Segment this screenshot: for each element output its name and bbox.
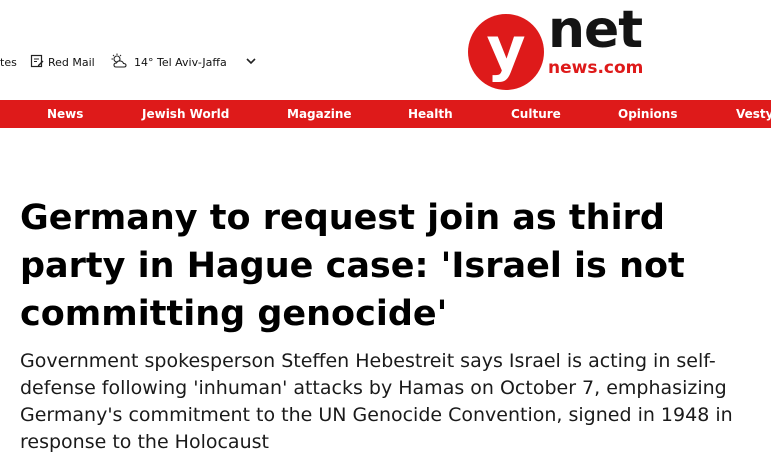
red-mail-link[interactable]: Red Mail [30, 52, 95, 72]
updates-link[interactable]: tes [0, 52, 17, 72]
top-utility-bar: tes Red Mail 14° Tel Aviv-Jaffa y net ne… [0, 0, 771, 100]
nav-item-jewish-world[interactable]: Jewish World [142, 100, 229, 128]
red-mail-label: Red Mail [48, 55, 95, 69]
nav-item-culture[interactable]: Culture [511, 100, 561, 128]
weather-dropdown-toggle[interactable] [244, 52, 258, 72]
nav-item-magazine[interactable]: Magazine [287, 100, 352, 128]
nav-item-health[interactable]: Health [408, 100, 453, 128]
nav-item-opinions[interactable]: Opinions [618, 100, 678, 128]
logo-y: y [486, 14, 526, 84]
sun-cloud-icon [110, 53, 130, 72]
article-headline: Germany to request join as third party i… [20, 198, 685, 334]
main-nav: News Jewish World Magazine Health Cultur… [0, 100, 771, 128]
weather-label: 14° Tel Aviv-Jaffa [134, 55, 227, 69]
updates-label: tes [0, 55, 17, 69]
article-subheadline: Government spokesperson Steffen Hebestre… [20, 350, 733, 453]
logo-net: net [548, 0, 643, 60]
nav-item-news[interactable]: News [47, 100, 83, 128]
edit-icon [30, 54, 44, 71]
logo-news: news.com [548, 58, 644, 78]
weather-widget[interactable]: 14° Tel Aviv-Jaffa [110, 52, 227, 72]
chevron-down-icon [244, 54, 258, 71]
nav-item-vesty[interactable]: Vesty [736, 100, 771, 128]
page: tes Red Mail 14° Tel Aviv-Jaffa y net ne… [0, 0, 771, 468]
ynet-logo[interactable]: y net news.com [468, 4, 658, 94]
